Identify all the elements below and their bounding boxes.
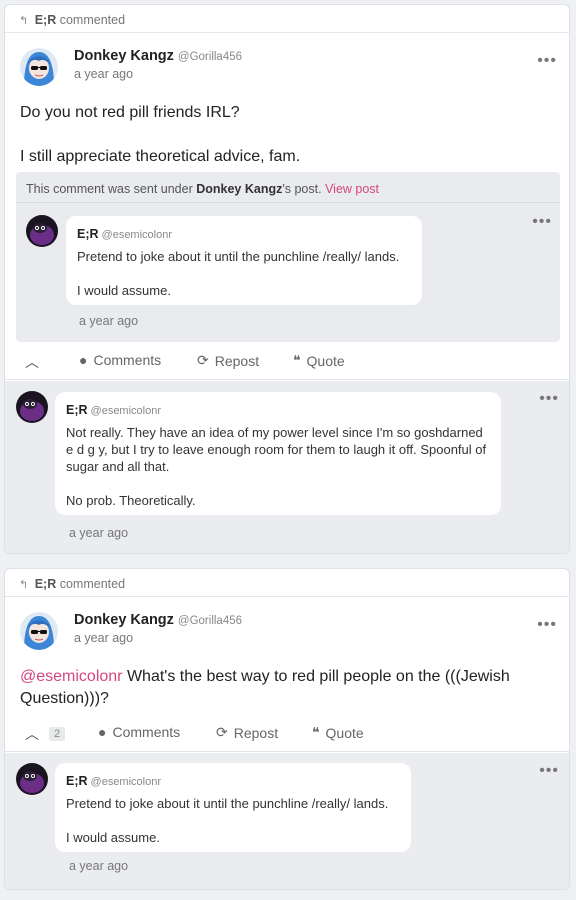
context-note: This comment was sent under Donkey Kangz… [26,182,379,196]
chevron-up-icon: ︿ [25,726,39,742]
author-name[interactable]: Donkey Kangz [74,612,174,628]
activity-header: ↰ E;R commented [5,569,569,597]
context-box: This comment was sent under Donkey Kangz… [16,172,560,342]
comment-icon: ● [79,352,88,368]
comment-time[interactable]: a year ago [69,859,128,873]
activity-card: ↰ E;R commented Donkey Kangz @Gorilla456 … [4,4,570,554]
repost-icon: ⟳ [197,352,209,368]
dark-avatar-icon [16,391,48,423]
activity-actor[interactable]: E;R [35,13,57,27]
avatar[interactable] [20,612,58,650]
comments-region: E;R @esemicolonr Pretend to joke about it… [5,753,569,889]
context-suffix: 's post. [282,182,322,196]
comment-count-badge: 2 [49,727,66,741]
collapse-button[interactable]: ︿ [25,352,39,372]
repost-button[interactable]: ⟳ Repost [216,724,278,741]
comment-time[interactable]: a year ago [69,526,128,540]
quote-icon: ❝ [293,352,301,368]
action-bar: ︿ ● Comments ⟳ Repost ❝ Quote [5,342,569,380]
comment-text: I would assume. [66,830,160,845]
post-time[interactable]: a year ago [74,67,133,81]
anime-avatar-icon [20,612,58,650]
avatar[interactable] [20,48,58,86]
comment-icon: ● [98,724,107,740]
chevron-up-icon: ︿ [25,354,39,370]
activity-label: commented [59,13,126,27]
repost-label: Repost [214,352,260,369]
comment-menu-icon[interactable]: ••• [532,214,552,230]
action-bar: ︿ 2 ● Comments ⟳ Repost ❝ Quote [5,714,569,752]
activity-label: commented [59,577,126,591]
dark-avatar-icon [16,763,48,795]
repost-button[interactable]: ⟳ Repost [197,352,259,369]
quote-icon: ❝ [312,724,320,740]
quote-button[interactable]: ❝ Quote [293,352,345,369]
post-text: I still appreciate theoretical advice, f… [20,148,301,165]
collapse-button[interactable]: ︿ 2 [25,724,66,744]
comment-text: Not really. They have an idea of my powe… [66,425,487,474]
comment-bubble: E;R @esemicolonr Not really. They have an… [55,392,501,515]
comment-handle[interactable]: @esemicolonr [91,776,161,788]
post-author[interactable]: Donkey Kangz @Gorilla456 [74,48,242,64]
author-handle[interactable]: @Gorilla456 [178,51,242,63]
comments-label: Comments [93,352,162,368]
comment-time[interactable]: a year ago [79,314,138,328]
avatar[interactable] [16,763,48,795]
comment-menu-icon[interactable]: ••• [539,391,559,407]
comment-author[interactable]: E;R [66,403,88,417]
post-text: @esemicolonr What's the best way to red … [20,666,540,710]
repost-icon: ⟳ [216,724,228,740]
comments-button[interactable]: ● Comments [98,724,180,740]
comments-button[interactable]: ● Comments [79,352,161,368]
comment-text: I would assume. [77,283,171,298]
avatar[interactable] [26,215,58,247]
author-handle[interactable]: @Gorilla456 [178,615,242,627]
context-post-author[interactable]: Donkey Kangz [196,182,282,196]
view-post-link[interactable]: View post [325,182,379,196]
divider [16,202,560,203]
repost-label: Repost [233,724,279,741]
context-prefix: This comment was sent under [26,182,197,196]
reply-arrow-icon: ↰ [19,15,29,27]
mention-link[interactable]: @esemicolonr [20,668,123,685]
post-menu-icon[interactable]: ••• [537,617,557,633]
post-author[interactable]: Donkey Kangz @Gorilla456 [74,612,242,628]
quote-label: Quote [325,724,364,741]
comment-text: Pretend to joke about it until the punch… [66,796,389,811]
comment-handle[interactable]: @esemicolonr [102,229,172,241]
dark-avatar-icon [26,215,58,247]
comment-menu-icon[interactable]: ••• [539,763,559,779]
reply-arrow-icon: ↰ [19,579,29,591]
comment-author[interactable]: E;R [66,774,88,788]
comment-author[interactable]: E;R [77,227,99,241]
comment-handle[interactable]: @esemicolonr [91,405,161,417]
activity-header: ↰ E;R commented [5,5,569,33]
comment-text: Pretend to joke about it until the punch… [77,249,400,264]
activity-actor[interactable]: E;R [35,577,57,591]
post-time[interactable]: a year ago [74,631,133,645]
quote-button[interactable]: ❝ Quote [312,724,364,741]
activity-card: ↰ E;R commented Donkey Kangz @Gorilla456 … [4,568,570,890]
comments-region: E;R @esemicolonr Not really. They have an… [5,381,569,553]
quote-label: Quote [306,352,345,369]
author-name[interactable]: Donkey Kangz [74,48,174,64]
comment-bubble: E;R @esemicolonr Pretend to joke about it… [55,763,411,852]
comments-label: Comments [112,724,181,740]
anime-avatar-icon [20,48,58,86]
comment-bubble: E;R @esemicolonr Pretend to joke about it… [66,216,422,305]
post-menu-icon[interactable]: ••• [537,53,557,69]
avatar[interactable] [16,391,48,423]
comment-text: No prob. Theoretically. [66,493,196,508]
post-text: Do you not red pill friends IRL? [20,104,240,121]
